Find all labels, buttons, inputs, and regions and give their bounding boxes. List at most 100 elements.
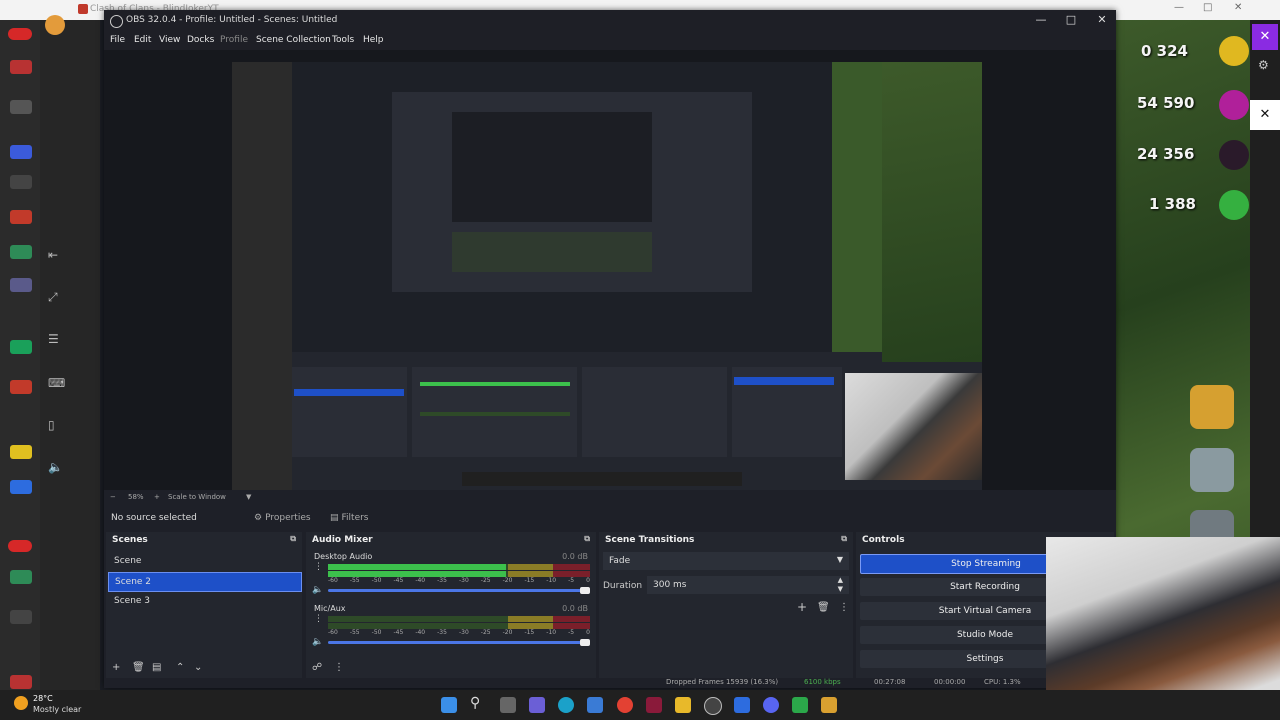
filters-button[interactable]: ▤ Filters: [330, 509, 369, 527]
speaker-icon[interactable]: 🔈: [312, 585, 323, 595]
dock-popout-icon[interactable]: ⧉: [841, 534, 847, 544]
start-icon[interactable]: [441, 697, 457, 713]
app-icon[interactable]: [10, 675, 32, 689]
app-icon[interactable]: [10, 570, 32, 584]
weather-description[interactable]: Mostly clear: [33, 705, 81, 714]
browser-maximize-icon[interactable]: □: [1203, 2, 1212, 13]
tag-icon[interactable]: ▯: [48, 418, 55, 432]
source-toolbar: No source selected ⚙ Properties ▤ Filter…: [104, 506, 1116, 530]
menu-profile[interactable]: Profile: [220, 35, 248, 45]
app-icon[interactable]: [792, 697, 808, 713]
volume-fader[interactable]: [328, 587, 590, 594]
speaker-icon[interactable]: 🔈: [312, 637, 323, 647]
app-icon[interactable]: [10, 100, 32, 114]
file-explorer-icon[interactable]: [675, 697, 691, 713]
nested-preview: [292, 62, 882, 352]
weather-icon[interactable]: [14, 696, 28, 710]
builder-icon[interactable]: [1190, 448, 1234, 492]
minimize-icon[interactable]: —: [1029, 13, 1053, 26]
move-up-icon[interactable]: ⌃: [176, 662, 184, 673]
app-icon[interactable]: [10, 278, 32, 292]
browser-sidebar: ⇤ ⤢ ☰ ⌨ ▯ 🔈: [0, 15, 100, 690]
filter-icon: ▤: [330, 513, 339, 523]
enter-icon[interactable]: ⇤: [48, 248, 58, 262]
app-icon[interactable]: [10, 610, 32, 624]
stepper-up-icon[interactable]: ▲: [838, 576, 843, 584]
dock-popout-icon[interactable]: ⧉: [290, 534, 296, 544]
settings-icon[interactable]: ⚙: [1258, 58, 1269, 72]
scene-item[interactable]: Scene: [108, 552, 300, 570]
search-icon[interactable]: ⚲: [470, 695, 480, 711]
app-icon[interactable]: [10, 340, 32, 354]
fader-knob[interactable]: [580, 639, 590, 646]
menu-docks[interactable]: Docks: [187, 35, 214, 45]
preview-canvas[interactable]: [104, 50, 1116, 490]
dock-popout-icon[interactable]: ⧉: [584, 534, 590, 544]
stepper-down-icon[interactable]: ▼: [838, 585, 843, 593]
task-view-icon[interactable]: [500, 697, 516, 713]
menu-help[interactable]: Help: [363, 35, 384, 45]
duration-input[interactable]: 300 ms ▲ ▼: [647, 576, 849, 594]
menu-view[interactable]: View: [159, 35, 180, 45]
zoom-in-icon[interactable]: +: [154, 493, 160, 501]
volume-fader[interactable]: [328, 639, 590, 646]
chrome-icon[interactable]: [617, 697, 633, 713]
menu-edit[interactable]: Edit: [134, 35, 151, 45]
add-transition-icon[interactable]: +: [797, 600, 807, 614]
close-icon[interactable]: ✕: [1090, 13, 1114, 26]
volume-icon[interactable]: 🔈: [48, 460, 63, 474]
app-icon[interactable]: [10, 380, 32, 394]
mixer-menu-icon[interactable]: ⋮: [334, 662, 344, 673]
discord-icon[interactable]: [763, 697, 779, 713]
transition-menu-icon[interactable]: ⋮: [839, 602, 849, 613]
menu-scene-collection[interactable]: Scene Collection: [256, 35, 331, 45]
properties-button[interactable]: ⚙ Properties: [254, 509, 311, 527]
menu-tools[interactable]: Tools: [332, 35, 354, 45]
scene-item-selected[interactable]: Scene 2: [108, 572, 302, 592]
scene-filter-icon[interactable]: ▤: [152, 662, 161, 673]
scale-mode[interactable]: Scale to Window: [168, 493, 226, 501]
scene-item[interactable]: Scene 3: [108, 592, 300, 610]
expand-icon[interactable]: ⤢: [48, 290, 58, 305]
teams-icon[interactable]: [529, 697, 545, 713]
link-icon[interactable]: ☍: [312, 662, 322, 673]
app-icon[interactable]: [646, 697, 662, 713]
app-icon[interactable]: [734, 697, 750, 713]
edge-icon[interactable]: [558, 697, 574, 713]
delete-scene-icon[interactable]: 🗑: [132, 662, 145, 673]
browser-close-icon[interactable]: ✕: [1234, 2, 1242, 13]
profile-avatar[interactable]: [45, 15, 65, 35]
browser-minimize-icon[interactable]: —: [1174, 2, 1184, 13]
obs-taskbar-icon[interactable]: [704, 697, 722, 715]
sliders-icon[interactable]: ☰: [48, 332, 59, 346]
channel-menu-icon[interactable]: ⋮: [314, 614, 323, 624]
game-icon[interactable]: [821, 697, 837, 713]
add-scene-icon[interactable]: +: [112, 662, 120, 673]
app-icon[interactable]: [10, 445, 32, 459]
stream-time: 00:27:08: [874, 678, 906, 686]
app-icon[interactable]: [10, 60, 32, 74]
maximize-icon[interactable]: □: [1059, 13, 1083, 26]
channel-menu-icon[interactable]: ⋮: [314, 562, 323, 572]
close-overlay-icon[interactable]: ✕: [1252, 24, 1278, 50]
keyboard-icon[interactable]: ⌨: [48, 376, 65, 390]
menu-file[interactable]: File: [110, 35, 125, 45]
app-icon[interactable]: [10, 210, 32, 224]
zoom-out-icon[interactable]: −: [110, 493, 116, 501]
weather-temperature[interactable]: 28°C: [33, 694, 53, 703]
fader-knob[interactable]: [580, 587, 590, 594]
event-icon[interactable]: [1190, 385, 1234, 429]
store-icon[interactable]: [587, 697, 603, 713]
app-icon[interactable]: [10, 245, 32, 259]
app-icon[interactable]: [10, 480, 32, 494]
new-badge-icon[interactable]: [8, 540, 32, 552]
transition-select[interactable]: Fade ▼: [603, 552, 849, 570]
chevron-down-icon[interactable]: ▼: [246, 493, 251, 501]
move-down-icon[interactable]: ⌄: [194, 662, 202, 673]
delete-transition-icon[interactable]: 🗑: [817, 602, 830, 613]
scene-item-label: Scene 3: [114, 596, 151, 606]
new-badge-icon[interactable]: [8, 28, 32, 40]
close-panel-icon[interactable]: ✕: [1250, 100, 1280, 130]
app-icon[interactable]: [10, 145, 32, 159]
app-icon[interactable]: [10, 175, 32, 189]
